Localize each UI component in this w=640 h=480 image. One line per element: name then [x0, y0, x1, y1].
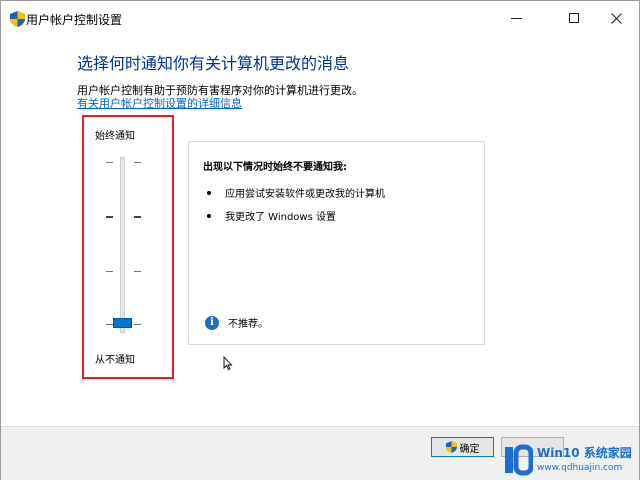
info-icon: i — [205, 315, 219, 330]
list-item: 我更改了 Windows 设置 — [207, 208, 336, 223]
win10-logo-icon — [505, 444, 533, 476]
level-description-panel: 出现以下情况时始终不要通知我: 应用尝试安装软件或更改我的计算机 我更改了 Wi… — [188, 141, 485, 345]
close-button[interactable] — [593, 1, 639, 35]
notification-level-slider-panel: 始终通知 从不通知 — [82, 115, 174, 379]
minimize-button[interactable] — [493, 1, 539, 35]
title-bar: 用户帐户控制设置 — [1, 1, 639, 35]
bullet-icon — [207, 213, 211, 218]
bullet-text: 我更改了 Windows 设置 — [225, 212, 336, 223]
info-title: 出现以下情况时始终不要通知我: — [203, 162, 347, 173]
maximize-icon — [569, 13, 579, 23]
slider-tick — [106, 162, 113, 163]
uac-details-link[interactable]: 有关用户帐户控制设置的详细信息 — [77, 95, 242, 111]
slider-tick — [134, 271, 141, 272]
list-item: 应用尝试安装软件或更改我的计算机 — [207, 185, 385, 200]
slider-thumb[interactable] — [113, 318, 132, 328]
slider-bottom-label: 从不通知 — [95, 355, 135, 366]
window-title: 用户帐户控制设置 — [26, 13, 123, 27]
close-icon — [610, 12, 622, 24]
uac-settings-window: 用户帐户控制设置 选择何时通知你有关计算机更改的消息 用户帐户控制有助于预防有害… — [0, 0, 640, 480]
uac-shield-icon — [445, 441, 457, 453]
watermark-url: www.qdhuajin.com — [537, 463, 623, 473]
watermark-brand: Win10 系统家园 — [537, 446, 632, 460]
page-heading: 选择何时通知你有关计算机更改的消息 — [77, 54, 350, 73]
bullet-text: 应用尝试安装软件或更改我的计算机 — [225, 189, 385, 200]
bullet-icon — [207, 190, 211, 195]
site-watermark: Win10 系统家园 www.qdhuajin.com — [503, 441, 639, 479]
slider-tick — [106, 324, 113, 325]
maximize-button[interactable] — [551, 1, 597, 35]
slider-tick — [134, 324, 141, 325]
note-text: 不推荐。 — [228, 319, 268, 330]
slider-tick — [106, 216, 113, 218]
mouse-cursor-icon — [223, 356, 233, 370]
ok-button[interactable]: 确定 — [431, 437, 494, 457]
not-recommended-note: i 不推荐。 — [205, 315, 268, 330]
slider-top-label: 始终通知 — [95, 131, 135, 142]
uac-shield-icon — [10, 11, 25, 27]
slider-tick — [106, 271, 113, 272]
minimize-icon — [510, 17, 522, 19]
slider-tick — [134, 162, 141, 163]
slider-track[interactable] — [120, 157, 125, 333]
ok-button-label: 确定 — [459, 443, 480, 455]
slider-tick — [134, 216, 141, 218]
